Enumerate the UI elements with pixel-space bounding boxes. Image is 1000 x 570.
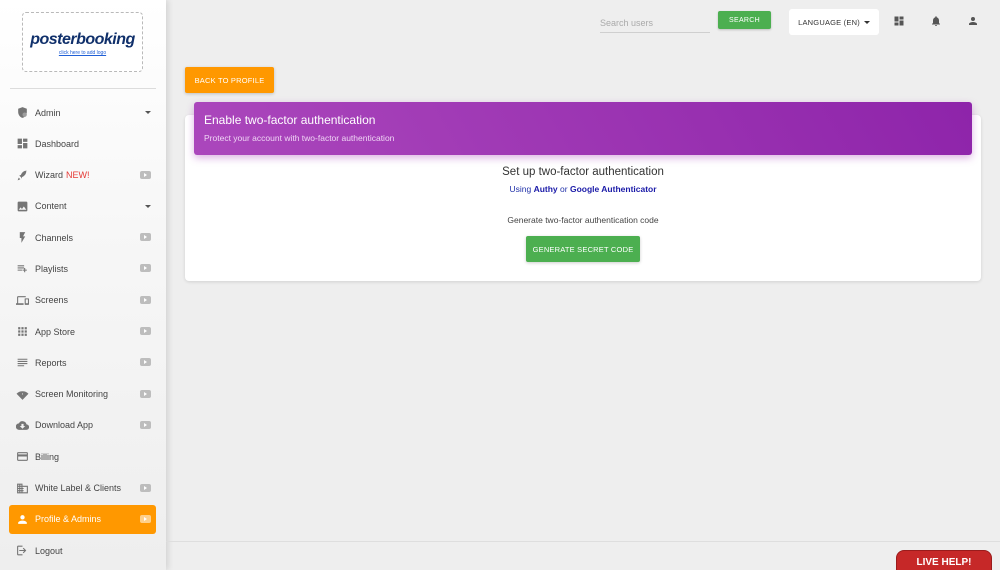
sidebar-item-reports[interactable]: Reports	[9, 348, 156, 377]
card-title: Enable two-factor authentication	[204, 113, 376, 127]
sidebar-item-content[interactable]: Content	[9, 192, 156, 221]
sidebar-item-playlists[interactable]: Playlists	[9, 254, 156, 283]
sidebar-item-screen-monitoring[interactable]: Screen Monitoring	[9, 380, 156, 409]
person-icon	[16, 513, 29, 526]
sidebar-item-billing[interactable]: Billing	[9, 442, 156, 471]
sidebar-item-screens[interactable]: Screens	[9, 286, 156, 315]
cloud-download-icon	[16, 419, 29, 432]
chevron-down-icon	[860, 20, 870, 24]
sidebar-item-profile-admins[interactable]: Profile & Admins	[9, 504, 156, 534]
new-badge: NEW!	[66, 170, 90, 181]
dashboard-icon[interactable]	[893, 15, 905, 27]
apps-grid-icon	[16, 325, 29, 338]
sidebar-item-admin[interactable]: Admin	[9, 98, 156, 127]
reports-icon	[16, 356, 29, 369]
sidebar-item-logout[interactable]: Logout	[9, 536, 156, 565]
sidebar-item-download-app[interactable]: Download App	[9, 411, 156, 440]
sidebar-nav: Admin Dashboard Wizard NEW! Content Chan…	[9, 98, 156, 567]
youtube-icon[interactable]	[140, 233, 151, 242]
youtube-icon[interactable]	[140, 389, 151, 398]
dashboard-icon	[16, 137, 29, 150]
language-dropdown[interactable]: LANGUAGE (EN)	[789, 9, 879, 35]
shield-gear-icon	[16, 106, 29, 119]
sidebar-item-dashboard[interactable]: Dashboard	[9, 129, 156, 158]
playlist-add-icon	[16, 262, 29, 275]
brand-logo: posterbooking	[30, 31, 135, 48]
youtube-icon[interactable]	[140, 170, 151, 179]
google-authenticator-link[interactable]: Google Authenticator	[570, 184, 657, 194]
youtube-icon[interactable]	[140, 420, 151, 429]
bolt-icon	[16, 231, 29, 244]
devices-icon	[16, 294, 29, 307]
logout-icon	[16, 544, 29, 557]
youtube-icon[interactable]	[140, 295, 151, 304]
youtube-icon[interactable]	[140, 358, 151, 367]
wifi-monitor-icon	[16, 388, 29, 401]
card-subtitle: Protect your account with two-factor aut…	[204, 133, 395, 143]
bell-icon[interactable]	[930, 15, 942, 27]
authenticator-apps-line: Using Authy or Google Authenticator	[509, 184, 657, 194]
search-users-input[interactable]	[600, 13, 710, 33]
chevron-down-icon	[145, 202, 151, 208]
live-help-button[interactable]: LIVE HELP!	[896, 550, 992, 570]
generate-secret-code-button[interactable]: GENERATE SECRET CODE	[526, 236, 640, 262]
account-icon[interactable]	[967, 15, 979, 27]
footer-divider	[166, 541, 1000, 542]
youtube-icon[interactable]	[140, 483, 151, 492]
back-to-profile-button[interactable]: BACK TO PROFILE	[185, 67, 274, 93]
search-button[interactable]: SEARCH	[718, 11, 771, 29]
sidebar-item-white-label[interactable]: White Label & Clients	[9, 474, 156, 503]
add-logo-link[interactable]: click here to add logo	[23, 50, 142, 56]
sidebar: posterbooking click here to add logo Adm…	[0, 0, 166, 570]
youtube-icon[interactable]	[140, 327, 151, 336]
youtube-icon[interactable]	[140, 514, 151, 523]
chevron-down-icon	[145, 108, 151, 114]
youtube-icon[interactable]	[140, 264, 151, 273]
building-icon	[16, 482, 29, 495]
card-header: Enable two-factor authentication Protect…	[194, 102, 972, 155]
language-label: LANGUAGE (EN)	[798, 17, 860, 27]
authy-link[interactable]: Authy	[534, 184, 558, 194]
image-icon	[16, 200, 29, 213]
generate-code-label: Generate two-factor authentication code	[507, 215, 659, 225]
sidebar-item-wizard[interactable]: Wizard NEW!	[9, 161, 156, 190]
logo-upload-area[interactable]: posterbooking click here to add logo	[22, 12, 143, 72]
setup-title: Set up two-factor authentication	[502, 166, 664, 178]
rocket-icon	[16, 169, 29, 182]
credit-card-icon	[16, 450, 29, 463]
sidebar-item-app-store[interactable]: App Store	[9, 317, 156, 346]
sidebar-divider	[10, 88, 156, 89]
sidebar-item-channels[interactable]: Channels	[9, 223, 156, 252]
